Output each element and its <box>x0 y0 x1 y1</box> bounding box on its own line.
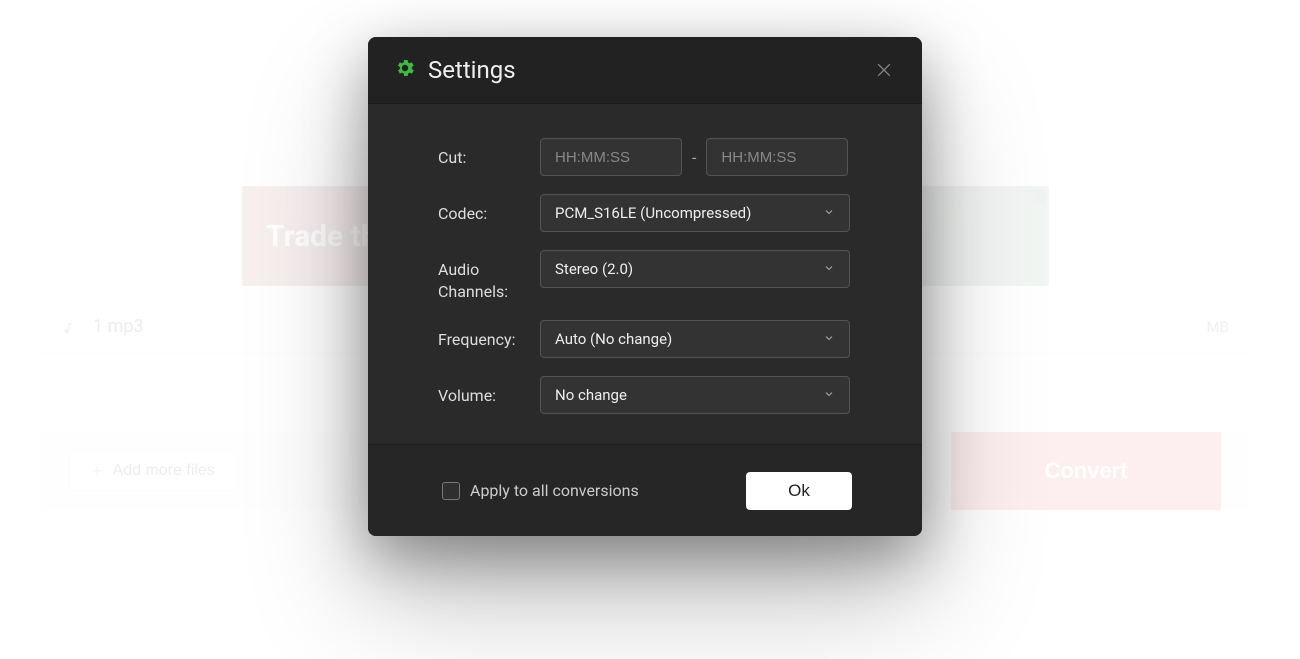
modal-header: Settings <box>368 37 922 104</box>
label-audio-channels: Audio Channels: <box>438 250 540 302</box>
chevron-down-icon <box>823 204 835 222</box>
label-codec: Codec: <box>438 194 540 225</box>
row-audio-channels: Audio Channels: Stereo (2.0) <box>438 250 852 302</box>
frequency-value: Auto (No change) <box>555 330 672 348</box>
modal-title: Settings <box>428 56 516 84</box>
volume-select[interactable]: No change <box>540 376 850 414</box>
apply-all-label: Apply to all conversions <box>470 481 639 500</box>
audio-channels-select[interactable]: Stereo (2.0) <box>540 250 850 288</box>
codec-value: PCM_S16LE (Uncompressed) <box>555 204 751 222</box>
codec-select[interactable]: PCM_S16LE (Uncompressed) <box>540 194 850 232</box>
label-frequency: Frequency: <box>438 320 540 351</box>
cut-dash: - <box>692 148 696 167</box>
row-codec: Codec: PCM_S16LE (Uncompressed) <box>438 194 852 232</box>
row-cut: Cut: - <box>438 138 852 176</box>
chevron-down-icon <box>823 386 835 404</box>
ok-button[interactable]: Ok <box>746 472 852 510</box>
label-volume: Volume: <box>438 376 540 407</box>
chevron-down-icon <box>823 330 835 348</box>
close-icon <box>874 60 894 80</box>
audio-channels-value: Stereo (2.0) <box>555 260 633 278</box>
volume-value: No change <box>555 386 627 404</box>
row-frequency: Frequency: Auto (No change) <box>438 320 852 358</box>
modal-body: Cut: - Codec: PCM_S16LE (Uncompressed) A… <box>368 104 922 444</box>
label-cut: Cut: <box>438 138 540 169</box>
chevron-down-icon <box>823 260 835 278</box>
row-volume: Volume: No change <box>438 376 852 414</box>
apply-all-checkbox[interactable] <box>442 482 460 500</box>
gear-icon <box>394 57 416 83</box>
close-button[interactable] <box>872 58 896 82</box>
cut-start-input[interactable] <box>540 138 682 176</box>
frequency-select[interactable]: Auto (No change) <box>540 320 850 358</box>
modal-footer: Apply to all conversions Ok <box>368 444 922 536</box>
settings-modal: Settings Cut: - Codec: PCM_S16LE (Uncomp… <box>368 37 922 536</box>
cut-end-input[interactable] <box>706 138 848 176</box>
